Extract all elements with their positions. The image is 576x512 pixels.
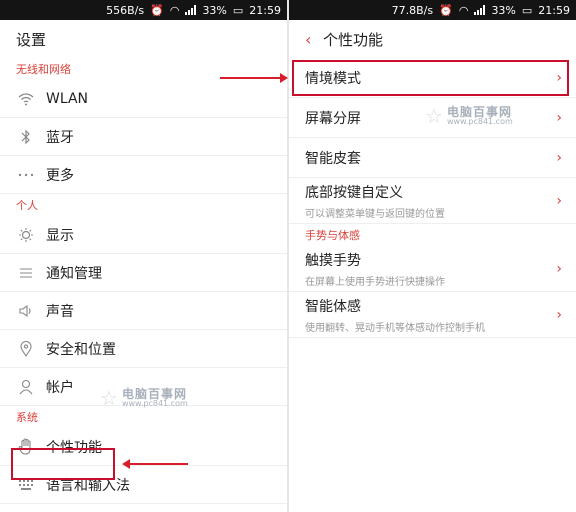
watermark-logo: ☆ 电脑百事网 www.pc841.com: [100, 386, 188, 410]
clock: 21:59: [249, 3, 281, 17]
highlight-box-scene-mode: [292, 60, 569, 96]
feature-item-touch-gestures[interactable]: 触摸手势 在屏幕上使用手势进行快捷操作 ›: [289, 246, 576, 292]
settings-item-label: WLAN: [46, 90, 89, 107]
settings-item-bluetooth[interactable]: 蓝牙: [0, 118, 287, 156]
brightness-icon: [16, 225, 36, 245]
settings-item-more[interactable]: 更多: [0, 156, 287, 194]
battery-icon: ▭: [521, 3, 533, 17]
network-speed: 77.8B/s: [391, 3, 434, 17]
feature-item-smart-motion[interactable]: 智能体感 使用翻转、晃动手机等体感动作控制手机 ›: [289, 292, 576, 338]
wifi-status-icon: ◠: [458, 3, 469, 17]
settings-item-notifications[interactable]: 通知管理: [0, 254, 287, 292]
settings-item-label: 显示: [46, 227, 74, 244]
chevron-right-icon: ›: [556, 149, 562, 166]
watermark-url: www.pc841.com: [121, 399, 188, 408]
wifi-status-icon: ◠: [169, 3, 180, 17]
section-header-personal: 个人: [16, 199, 38, 212]
clock: 21:59: [538, 3, 570, 17]
chevron-right-icon: ›: [556, 260, 562, 277]
feature-item-label: 触摸手势: [305, 252, 361, 269]
star-icon: ☆: [100, 386, 118, 410]
settings-item-label: 声音: [46, 303, 74, 320]
bluetooth-icon: [16, 127, 36, 147]
notification-list-icon: [16, 263, 36, 283]
chevron-right-icon: ›: [556, 192, 562, 209]
page-title: 个性功能: [323, 30, 384, 49]
annotation-arrow-left: [122, 459, 188, 469]
speaker-icon: [16, 301, 36, 321]
highlight-box-personal-features: [11, 448, 115, 480]
settings-item-security-location[interactable]: 安全和位置: [0, 330, 287, 368]
battery-percent: 33%: [202, 3, 227, 17]
back-arrow-icon[interactable]: ‹: [305, 30, 315, 49]
settings-item-wlan[interactable]: WLAN: [0, 80, 287, 118]
page-title: 设置: [16, 30, 47, 49]
account-icon: [16, 377, 36, 397]
more-icon: [16, 165, 36, 185]
chevron-right-icon: ›: [556, 306, 562, 323]
settings-item-label: 通知管理: [46, 265, 102, 282]
feature-item-label: 智能皮套: [305, 150, 361, 167]
alarm-icon: ⏰: [150, 3, 164, 17]
settings-item-sound[interactable]: 声音: [0, 292, 287, 330]
battery-percent: 33%: [491, 3, 516, 17]
settings-item-label: 安全和位置: [46, 341, 116, 358]
battery-icon: ▭: [232, 3, 244, 17]
title-bar: ‹ 个性功能: [289, 20, 576, 58]
feature-item-subtitle: 在屏幕上使用手势进行快捷操作: [305, 276, 445, 288]
chevron-right-icon: ›: [556, 109, 562, 126]
settings-item-label: 帐户: [46, 379, 74, 396]
watermark-logo: ☆ 电脑百事网 www.pc841.com: [425, 104, 513, 128]
wifi-icon: [16, 89, 36, 109]
feature-item-subtitle: 使用翻转、晃动手机等体感动作控制手机: [305, 322, 485, 334]
annotation-arrow-right: [220, 73, 288, 83]
alarm-icon: ⏰: [439, 3, 453, 17]
location-icon: [16, 339, 36, 359]
settings-item-label: 更多: [46, 167, 74, 184]
watermark-url: www.pc841.com: [446, 117, 513, 126]
status-bar: 556B/s ⏰ ◠ 33% ▭ 21:59: [0, 0, 287, 20]
status-bar: 77.8B/s ⏰ ◠ 33% ▭ 21:59: [289, 0, 576, 20]
section-header-gestures: 手势与体感: [305, 229, 360, 242]
feature-item-label: 智能体感: [305, 298, 361, 315]
star-icon: ☆: [425, 104, 443, 128]
network-speed: 556B/s: [106, 3, 145, 17]
feature-item-bottom-keys[interactable]: 底部按键自定义 可以调整菜单键与返回键的位置 ›: [289, 178, 576, 224]
signal-icon: [474, 5, 486, 15]
signal-icon: [185, 5, 197, 15]
settings-item-label: 蓝牙: [46, 129, 74, 146]
settings-item-display[interactable]: 显示: [0, 216, 287, 254]
feature-item-smart-cover[interactable]: 智能皮套 ›: [289, 138, 576, 178]
feature-item-subtitle: 可以调整菜单键与返回键的位置: [305, 208, 445, 220]
feature-item-label: 底部按键自定义: [305, 184, 403, 201]
